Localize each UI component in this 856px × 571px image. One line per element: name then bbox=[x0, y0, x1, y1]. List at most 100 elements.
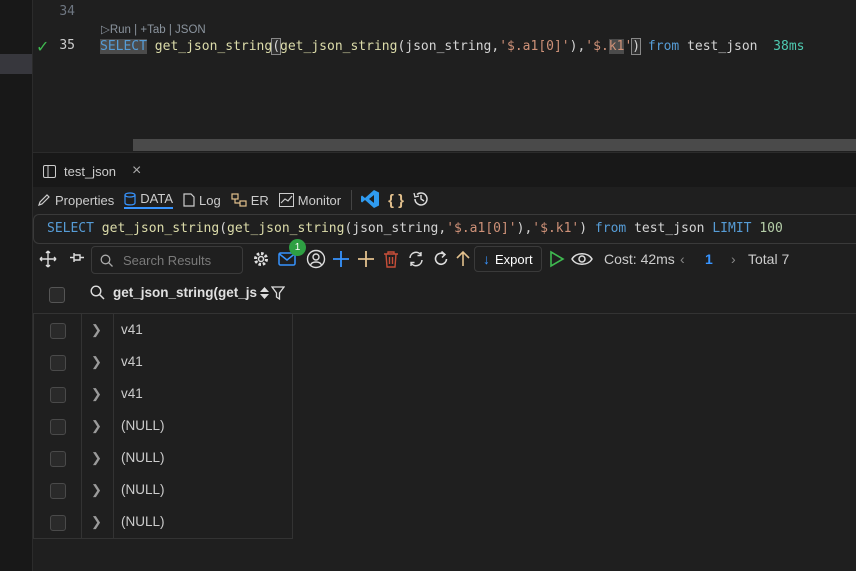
line-number-35: 35 bbox=[59, 38, 75, 53]
data-label: DATA bbox=[140, 191, 173, 206]
view-toolbar: Properties DATA Log ER Monitor { } bbox=[33, 186, 856, 214]
row-checkbox[interactable] bbox=[50, 387, 66, 403]
sql-keyword: LIMIT bbox=[712, 221, 752, 236]
cell-value[interactable]: (NULL) bbox=[121, 418, 165, 433]
row-checkbox[interactable] bbox=[50, 419, 66, 435]
log-button[interactable]: Log bbox=[183, 193, 221, 208]
prev-page-icon[interactable]: ‹ bbox=[680, 251, 685, 267]
sql-editor[interactable]: 34 ✓ 35 ▷Run | +Tab | JSON SELECT get_js… bbox=[33, 0, 856, 152]
split-view-icon bbox=[43, 164, 56, 178]
chevron-right-icon[interactable]: ❯ bbox=[91, 386, 102, 402]
row-checkbox-cell bbox=[34, 506, 82, 538]
horizontal-scrollbar[interactable] bbox=[133, 139, 856, 151]
search-input[interactable] bbox=[121, 251, 240, 269]
code-line-35[interactable]: SELECT get_json_string(get_json_string(j… bbox=[100, 37, 804, 57]
table-row[interactable]: ❯ v41 bbox=[34, 378, 292, 410]
json-braces-icon[interactable]: { } bbox=[388, 192, 404, 209]
codelens-separator: | bbox=[168, 24, 172, 36]
code-punct: , bbox=[491, 39, 500, 54]
add-row-icon[interactable] bbox=[330, 248, 352, 270]
results-tab-bar: test_json × bbox=[33, 152, 856, 187]
chevron-right-icon[interactable]: ❯ bbox=[91, 482, 102, 498]
sql-keyword: from bbox=[594, 221, 627, 236]
search-icon[interactable] bbox=[90, 285, 105, 300]
play-icon[interactable] bbox=[546, 248, 568, 270]
tab-codelens[interactable]: +Tab bbox=[140, 24, 165, 36]
cell-value[interactable]: (NULL) bbox=[121, 450, 165, 465]
history-icon[interactable] bbox=[412, 190, 430, 211]
column-header[interactable]: get_json_string(get_js bbox=[90, 285, 286, 300]
sql-keyword: SELECT bbox=[47, 221, 94, 236]
table-row[interactable]: ❯ v41 bbox=[34, 346, 292, 378]
move-icon[interactable] bbox=[37, 248, 59, 270]
user-icon[interactable] bbox=[305, 248, 327, 270]
chevron-right-icon[interactable]: ❯ bbox=[91, 514, 102, 530]
sql-table: test_json bbox=[634, 221, 705, 236]
row-checkbox[interactable] bbox=[50, 515, 66, 531]
cell-value[interactable]: (NULL) bbox=[121, 482, 165, 497]
vscode-icon[interactable] bbox=[360, 189, 380, 212]
log-label: Log bbox=[199, 192, 221, 208]
select-all-checkbox[interactable] bbox=[49, 287, 65, 303]
table-row[interactable]: ❯ (NULL) bbox=[34, 474, 292, 506]
monitor-button[interactable]: Monitor bbox=[278, 193, 341, 208]
chart-icon bbox=[278, 193, 294, 207]
cell-value[interactable]: (NULL) bbox=[121, 514, 165, 529]
executed-sql-preview: SELECT get_json_string(get_json_string(j… bbox=[33, 214, 856, 244]
row-checkbox-cell bbox=[34, 346, 82, 378]
tab-test-json[interactable]: test_json × bbox=[43, 157, 141, 185]
data-tab-button[interactable]: DATA bbox=[124, 191, 173, 209]
properties-button[interactable]: Properties bbox=[37, 193, 114, 208]
refresh-icon[interactable] bbox=[430, 248, 452, 270]
sql-string: '$.k1' bbox=[532, 221, 580, 236]
settings-gear-icon[interactable] bbox=[250, 248, 272, 270]
arrow-up-icon[interactable] bbox=[452, 248, 474, 270]
row-checkbox[interactable] bbox=[50, 323, 66, 339]
cell-value[interactable]: v41 bbox=[121, 386, 143, 401]
column-header-label: get_json_string(get_js bbox=[113, 285, 258, 300]
row-checkbox[interactable] bbox=[50, 483, 66, 499]
pin-icon[interactable] bbox=[66, 248, 88, 270]
add-column-icon[interactable] bbox=[355, 248, 377, 270]
left-selection-marker bbox=[0, 54, 32, 74]
tab-label: test_json bbox=[64, 163, 117, 179]
row-checkbox[interactable] bbox=[50, 451, 66, 467]
chevron-right-icon[interactable]: ❯ bbox=[91, 450, 102, 466]
filter-icon[interactable] bbox=[271, 285, 286, 300]
line-number-34: 34 bbox=[59, 4, 75, 19]
table-row[interactable]: ❯ (NULL) bbox=[34, 506, 292, 538]
page-number[interactable]: 1 bbox=[705, 251, 713, 267]
properties-label: Properties bbox=[55, 192, 115, 208]
chevron-right-icon[interactable]: ❯ bbox=[91, 322, 102, 338]
trash-icon[interactable] bbox=[380, 248, 402, 270]
eye-icon[interactable] bbox=[571, 248, 593, 270]
cell-value[interactable]: v41 bbox=[121, 322, 143, 337]
grid-body: ❯ v41 ❯ v41 ❯ v41 ❯ (NULL) ❯ (NULL) ❯ (NULL) ❯ (NULL) bbox=[33, 314, 293, 539]
sql-function: get_json_string bbox=[101, 221, 220, 236]
next-page-icon[interactable]: › bbox=[731, 251, 736, 267]
search-results-field[interactable] bbox=[91, 246, 243, 274]
export-button[interactable]: ↓ Export bbox=[474, 246, 542, 272]
code-table: test_json bbox=[687, 39, 758, 54]
table-row[interactable]: ❯ (NULL) bbox=[34, 442, 292, 474]
sql-punct: ( bbox=[219, 221, 228, 236]
sql-arg: json_string bbox=[352, 221, 439, 236]
er-button[interactable]: ER bbox=[231, 193, 269, 208]
sync-icon[interactable] bbox=[405, 248, 427, 270]
chevron-right-icon[interactable]: ❯ bbox=[91, 418, 102, 434]
code-string: '$.a1[0]' bbox=[499, 39, 570, 54]
tab-label: Tab bbox=[147, 24, 166, 36]
row-expand-cell: ❯ bbox=[81, 346, 114, 378]
chevron-right-icon[interactable]: ❯ bbox=[91, 354, 102, 370]
cell-value[interactable]: v41 bbox=[121, 354, 143, 369]
row-checkbox[interactable] bbox=[50, 355, 66, 371]
sort-icon[interactable] bbox=[259, 286, 270, 300]
close-icon[interactable]: × bbox=[132, 162, 141, 180]
pencil-icon bbox=[38, 194, 50, 206]
json-codelens[interactable]: JSON bbox=[175, 24, 206, 36]
run-codelens[interactable]: ▷Run bbox=[101, 24, 131, 36]
table-row[interactable]: ❯ (NULL) bbox=[34, 410, 292, 442]
table-row[interactable]: ❯ v41 bbox=[34, 314, 292, 346]
code-arg: json_string bbox=[405, 39, 492, 54]
export-label: Export bbox=[495, 251, 533, 267]
